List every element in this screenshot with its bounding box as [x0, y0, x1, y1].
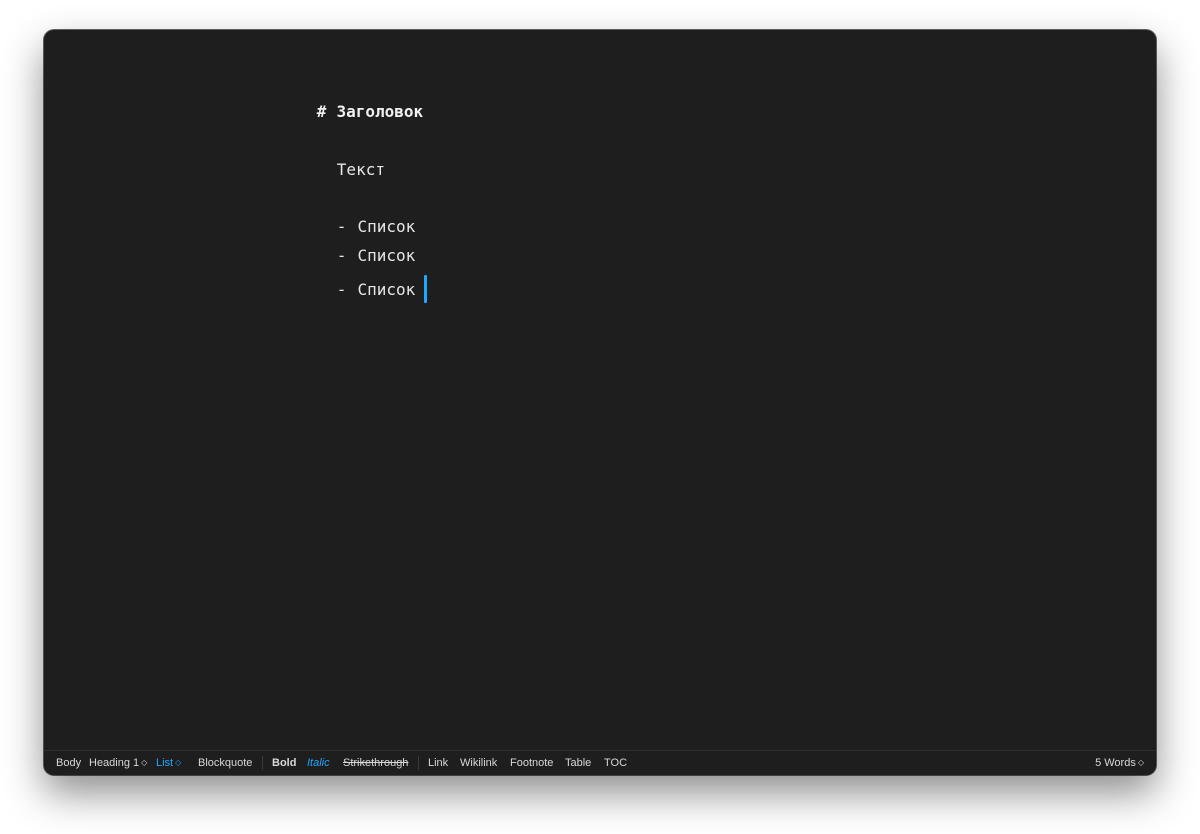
word-count-label: 5 Words: [1095, 757, 1136, 769]
link-button[interactable]: Link: [428, 756, 448, 770]
table-button[interactable]: Table: [565, 756, 591, 770]
heading-line[interactable]: # Заголовок: [259, 82, 423, 142]
toolbar-divider: [418, 756, 419, 770]
heading-dropdown[interactable]: Heading 1 ◇: [89, 756, 147, 770]
list-dropdown-label: List: [156, 757, 174, 769]
format-toolbar: Body Heading 1 ◇ List ◇ Blockquote Bold It…: [44, 750, 1156, 775]
updown-chevron-icon: ◇: [1137, 758, 1144, 767]
wikilink-button[interactable]: Wikilink: [460, 756, 497, 770]
toc-button[interactable]: TOC: [604, 756, 627, 770]
list-dropdown[interactable]: List ◇: [156, 756, 181, 770]
toolbar-divider: [262, 756, 263, 770]
text-cursor: [424, 275, 428, 303]
strikethrough-button[interactable]: Strikethrough: [343, 756, 408, 770]
heading-text: Заголовок: [336, 102, 424, 121]
updown-chevron-icon: ◇: [141, 758, 148, 767]
heading-marker: #: [316, 102, 327, 121]
list-marker: -: [336, 280, 347, 299]
text-editor[interactable]: # Заголовок Текст - Список - Список - Список: [44, 30, 1156, 751]
blockquote-button[interactable]: Blockquote: [198, 756, 252, 770]
word-count-dropdown[interactable]: 5 Words ◇: [1095, 756, 1144, 770]
paragraph-line[interactable]: Текст: [279, 140, 385, 200]
updown-chevron-icon: ◇: [175, 758, 182, 767]
list-item-text: Список: [357, 280, 416, 299]
list-item[interactable]: - Список: [279, 255, 428, 323]
italic-button[interactable]: Italic: [307, 756, 330, 770]
heading-dropdown-label: Heading 1: [89, 757, 140, 769]
footnote-button[interactable]: Footnote: [510, 756, 553, 770]
editor-window: # Заголовок Текст - Список - Список - Список…: [44, 30, 1156, 775]
paragraph-text: Текст: [336, 160, 385, 179]
bold-button[interactable]: Bold: [272, 756, 296, 770]
body-button[interactable]: Body: [56, 756, 81, 770]
